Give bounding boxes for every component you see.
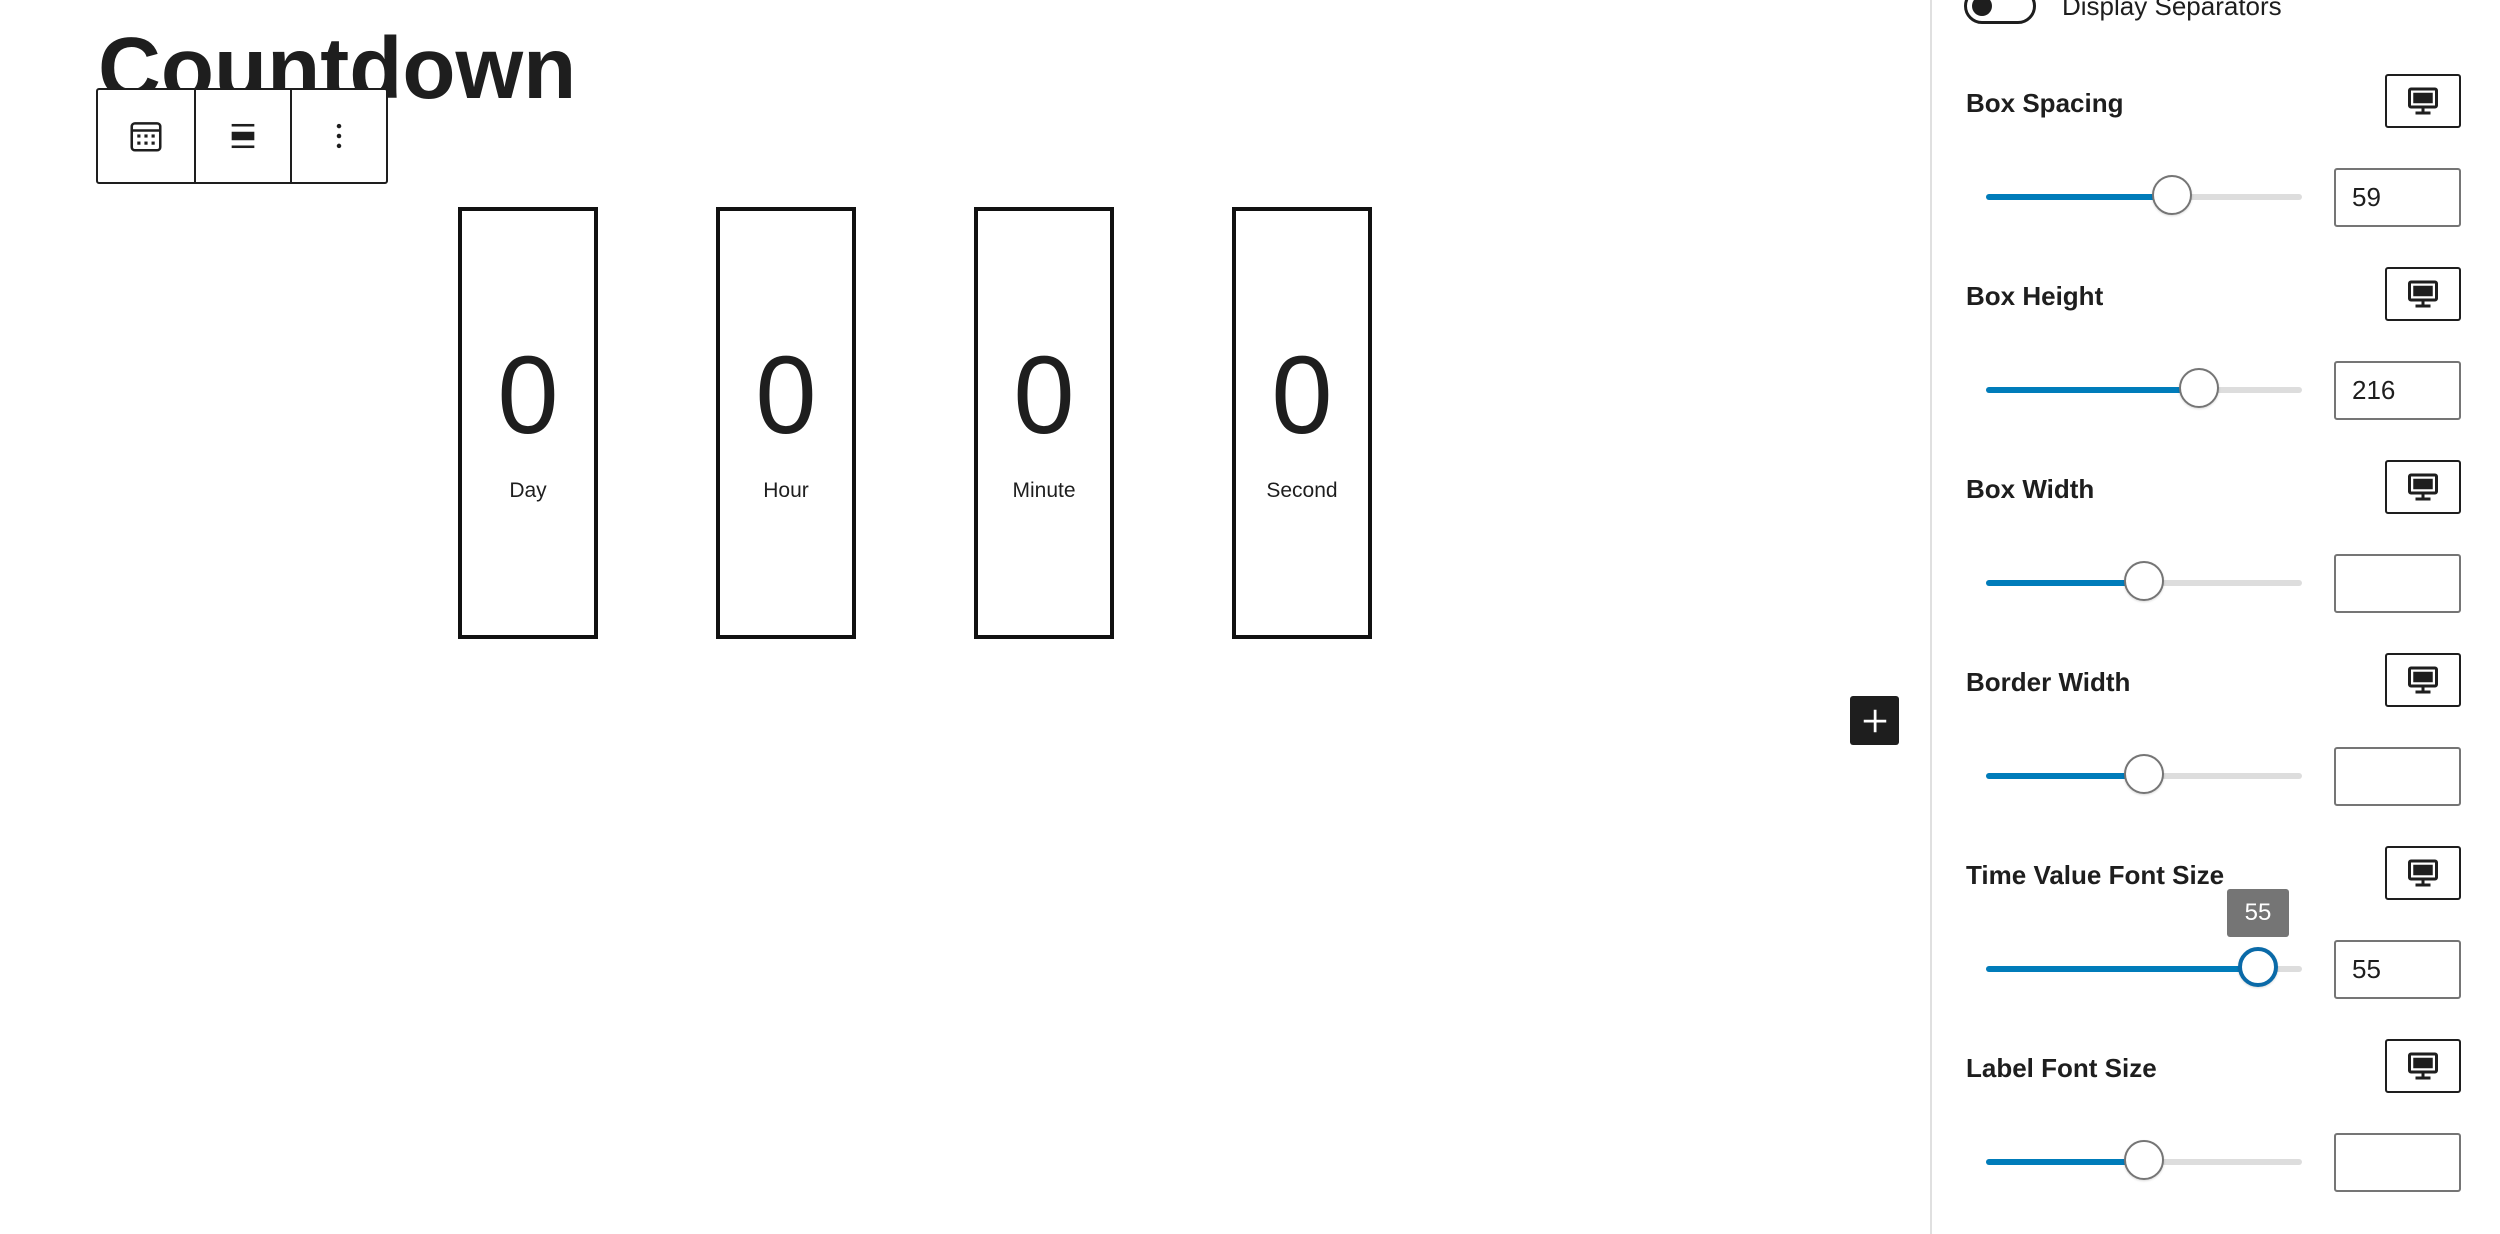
control-label: Box Spacing bbox=[1966, 88, 2124, 118]
control-label: Time Value Font Size bbox=[1966, 860, 2225, 890]
control-label: Label Font Size bbox=[1966, 1053, 2157, 1083]
device-toggle-button[interactable] bbox=[2385, 74, 2461, 128]
display-separators-row: Display Separators bbox=[1964, 0, 2282, 26]
range-fill bbox=[1986, 387, 2199, 393]
range-slider[interactable] bbox=[1986, 754, 2302, 794]
countdown-label: Second bbox=[1266, 479, 1338, 502]
device-toggle-button[interactable] bbox=[2385, 460, 2461, 514]
countdown-label: Day bbox=[509, 479, 547, 502]
range-slider[interactable] bbox=[1986, 368, 2302, 408]
number-input[interactable] bbox=[2334, 747, 2461, 806]
countdown-box-minute: 0 Minute bbox=[974, 207, 1114, 639]
range-control-time-value-font-size: Time Value Font Size 55 bbox=[1932, 842, 2500, 1035]
calendar-icon bbox=[130, 122, 162, 152]
range-control-box-height: Box Height bbox=[1932, 263, 2500, 456]
number-input[interactable] bbox=[2334, 1133, 2461, 1192]
desktop-icon bbox=[2408, 859, 2438, 887]
toggle-knob bbox=[1972, 0, 1992, 16]
device-toggle-button[interactable] bbox=[2385, 1039, 2461, 1093]
desktop-icon bbox=[2408, 87, 2438, 115]
range-fill bbox=[1986, 194, 2172, 200]
number-input[interactable] bbox=[2334, 168, 2461, 227]
align-button[interactable] bbox=[194, 90, 290, 182]
countdown-value: 0 bbox=[497, 334, 559, 457]
number-input[interactable] bbox=[2334, 361, 2461, 420]
display-separators-label: Display Separators bbox=[2062, 0, 2282, 21]
range-thumb[interactable] bbox=[2124, 561, 2164, 601]
countdown-box-day: 0 Day bbox=[458, 207, 598, 639]
countdown-value: 0 bbox=[1271, 334, 1333, 457]
plus-icon bbox=[1863, 709, 1886, 732]
range-control-box-spacing: Box Spacing bbox=[1932, 70, 2500, 263]
countdown-label: Hour bbox=[763, 479, 809, 502]
range-slider[interactable] bbox=[1986, 1140, 2302, 1180]
range-slider[interactable] bbox=[1986, 561, 2302, 601]
range-fill bbox=[1986, 1159, 2144, 1165]
range-thumb[interactable] bbox=[2238, 947, 2278, 987]
range-thumb[interactable] bbox=[2179, 368, 2219, 408]
control-label: Box Height bbox=[1966, 281, 2104, 311]
device-toggle-button[interactable] bbox=[2385, 846, 2461, 900]
range-fill bbox=[1986, 966, 2258, 972]
control-label: Box Width bbox=[1966, 474, 2095, 504]
countdown-value: 0 bbox=[755, 334, 817, 457]
number-input[interactable] bbox=[2334, 940, 2461, 999]
settings-sidebar: Display Separators Box Spacing Box Height… bbox=[1930, 0, 2500, 1234]
device-toggle-button[interactable] bbox=[2385, 653, 2461, 707]
desktop-icon bbox=[2408, 666, 2438, 694]
range-thumb[interactable] bbox=[2124, 1140, 2164, 1180]
range-slider[interactable] bbox=[1986, 175, 2302, 215]
control-label: Border Width bbox=[1966, 667, 2131, 697]
range-control-border-width: Border Width bbox=[1932, 649, 2500, 842]
range-fill bbox=[1986, 773, 2144, 779]
range-control-label-font-size: Label Font Size bbox=[1932, 1035, 2500, 1228]
device-toggle-button[interactable] bbox=[2385, 267, 2461, 321]
countdown-box-hour: 0 Hour bbox=[716, 207, 856, 639]
display-separators-toggle[interactable] bbox=[1964, 0, 2036, 24]
desktop-icon bbox=[2408, 1052, 2438, 1080]
desktop-icon bbox=[2408, 280, 2438, 308]
desktop-icon bbox=[2408, 473, 2438, 501]
block-toolbar bbox=[96, 88, 388, 184]
countdown-value: 0 bbox=[1013, 334, 1075, 457]
range-fill bbox=[1986, 580, 2144, 586]
options-button[interactable] bbox=[290, 90, 386, 182]
range-thumb[interactable] bbox=[2124, 754, 2164, 794]
range-slider[interactable]: 55 bbox=[1986, 889, 2302, 987]
countdown-label: Minute bbox=[1012, 479, 1076, 502]
align-center-icon bbox=[231, 123, 255, 149]
range-tooltip: 55 bbox=[2227, 889, 2289, 937]
add-block-button[interactable] bbox=[1850, 696, 1899, 745]
range-control-box-width: Box Width bbox=[1932, 456, 2500, 649]
countdown-box-second: 0 Second bbox=[1232, 207, 1372, 639]
vertical-ellipsis-icon bbox=[336, 123, 342, 149]
block-type-button[interactable] bbox=[98, 90, 194, 182]
range-thumb[interactable] bbox=[2152, 175, 2192, 215]
number-input[interactable] bbox=[2334, 554, 2461, 613]
